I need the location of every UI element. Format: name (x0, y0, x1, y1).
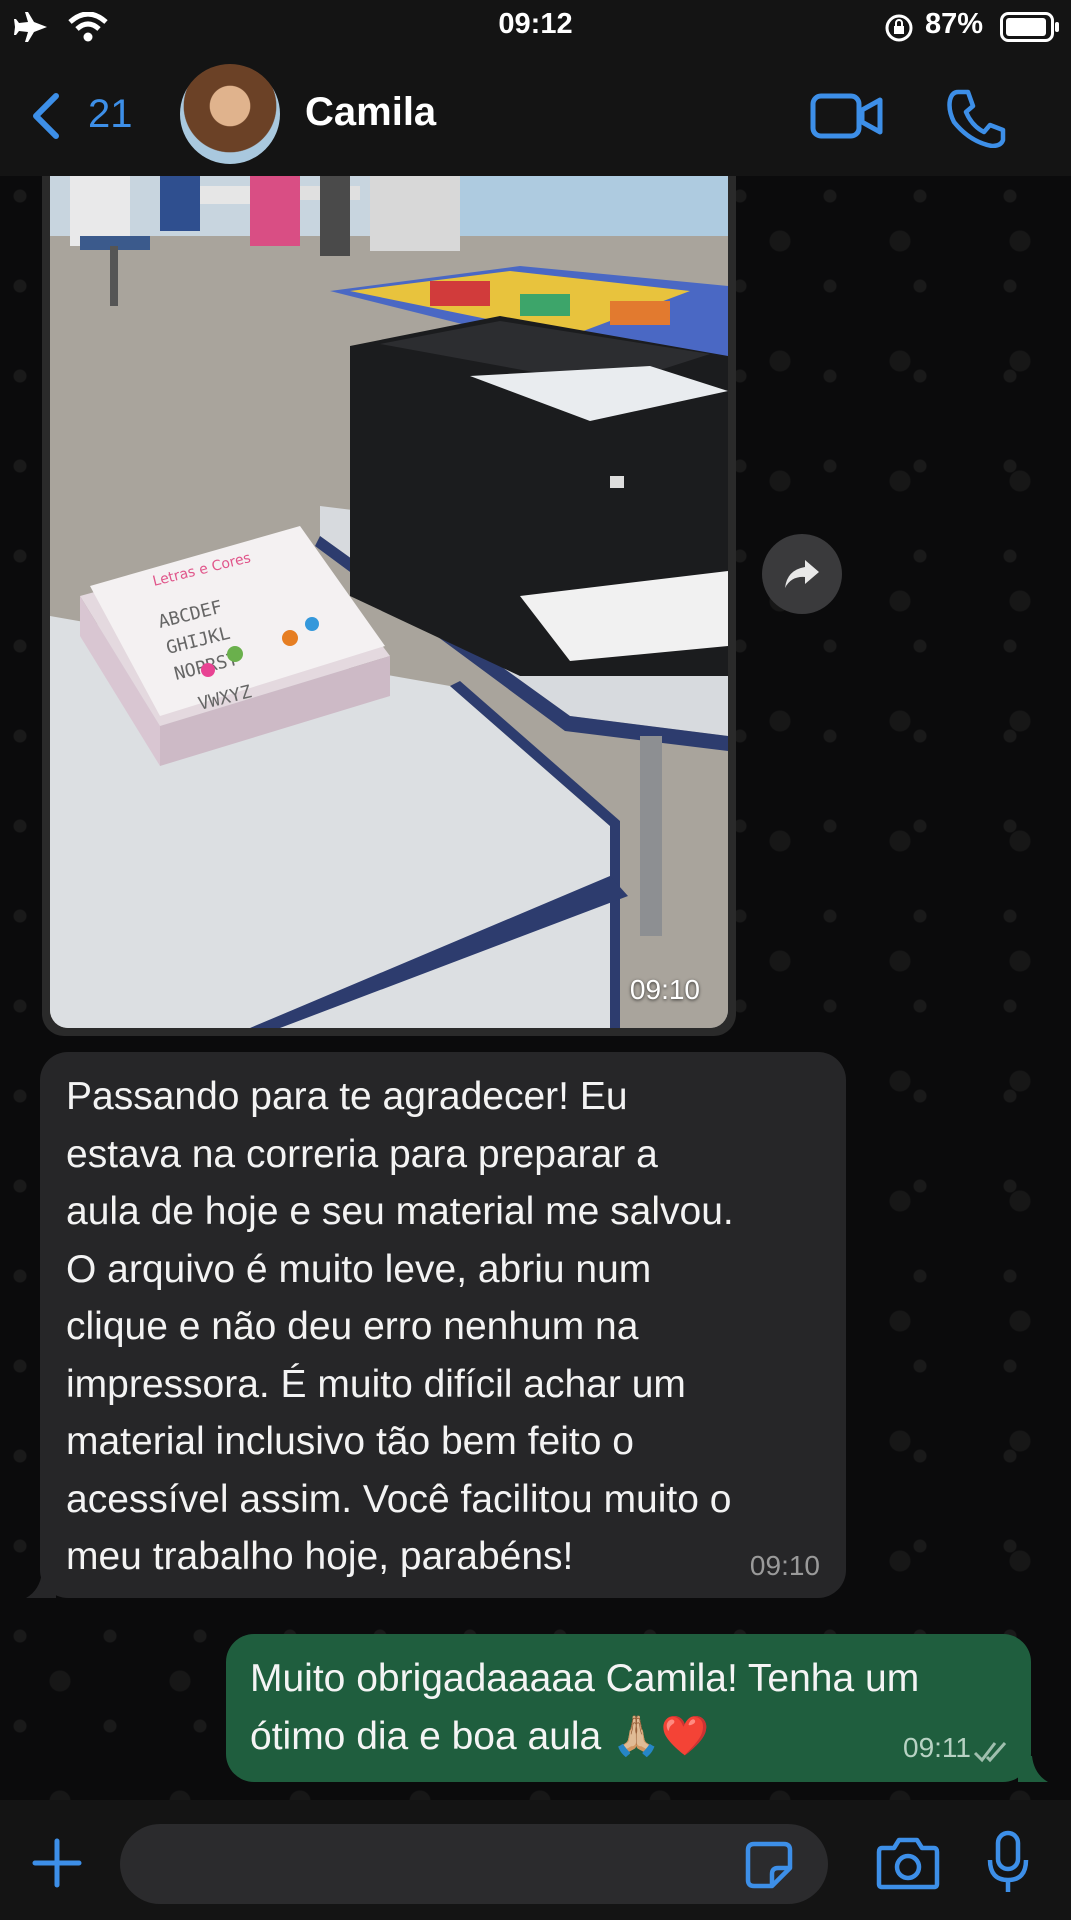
battery-percent: 87% (924, 8, 983, 40)
incoming-message[interactable]: Passando para te agradecer! Eu estava na… (40, 1052, 846, 1598)
back-chevron-icon (33, 93, 59, 139)
bubble-tail (1018, 1756, 1048, 1782)
photo-message[interactable]: Letras e Cores ABCDEF GHIJKL NOPRST VWXY… (42, 176, 736, 1036)
chat-header: 21 Camila (0, 56, 1071, 176)
classroom-printer-photo[interactable]: Letras e Cores ABCDEF GHIJKL NOPRST VWXY… (50, 176, 728, 1028)
forward-arrow-icon (785, 560, 819, 588)
camera-icon[interactable] (876, 1836, 940, 1890)
avatar[interactable] (180, 64, 280, 164)
forward-button[interactable] (762, 534, 842, 614)
phone-icon[interactable] (946, 88, 1006, 148)
outgoing-message[interactable]: Muito obrigadaaaaa Camila! Tenha um ótim… (226, 1634, 1031, 1782)
message-time: 09:10 (749, 1550, 820, 1581)
contact-name[interactable]: Camila (305, 90, 436, 135)
photo-illustration: Letras e Cores ABCDEF GHIJKL NOPRST VWXY… (50, 176, 728, 1028)
message-time: 09:11 (903, 1732, 971, 1763)
message-time: 09:10 (629, 974, 700, 1005)
read-receipt-icon (973, 1742, 1007, 1763)
video-call-icon[interactable] (810, 92, 884, 140)
input-bar (0, 1800, 1071, 1920)
status-bar: 09:12 87% (0, 0, 1071, 56)
message-text: Passando para te agradecer! Eu estava na… (66, 1075, 734, 1578)
message-text: Muito obrigadaaaaa Camila! Tenha um ótim… (250, 1657, 920, 1758)
message-input[interactable] (120, 1824, 828, 1904)
unread-count: 21 (88, 92, 133, 136)
battery-icon (1000, 12, 1059, 42)
sticker-icon[interactable] (744, 1840, 794, 1890)
back-button[interactable]: 21 (24, 86, 164, 146)
orientation-lock-icon (885, 14, 913, 42)
microphone-icon[interactable] (986, 1830, 1030, 1896)
bubble-tail (26, 1572, 56, 1598)
plus-icon[interactable] (32, 1838, 82, 1888)
